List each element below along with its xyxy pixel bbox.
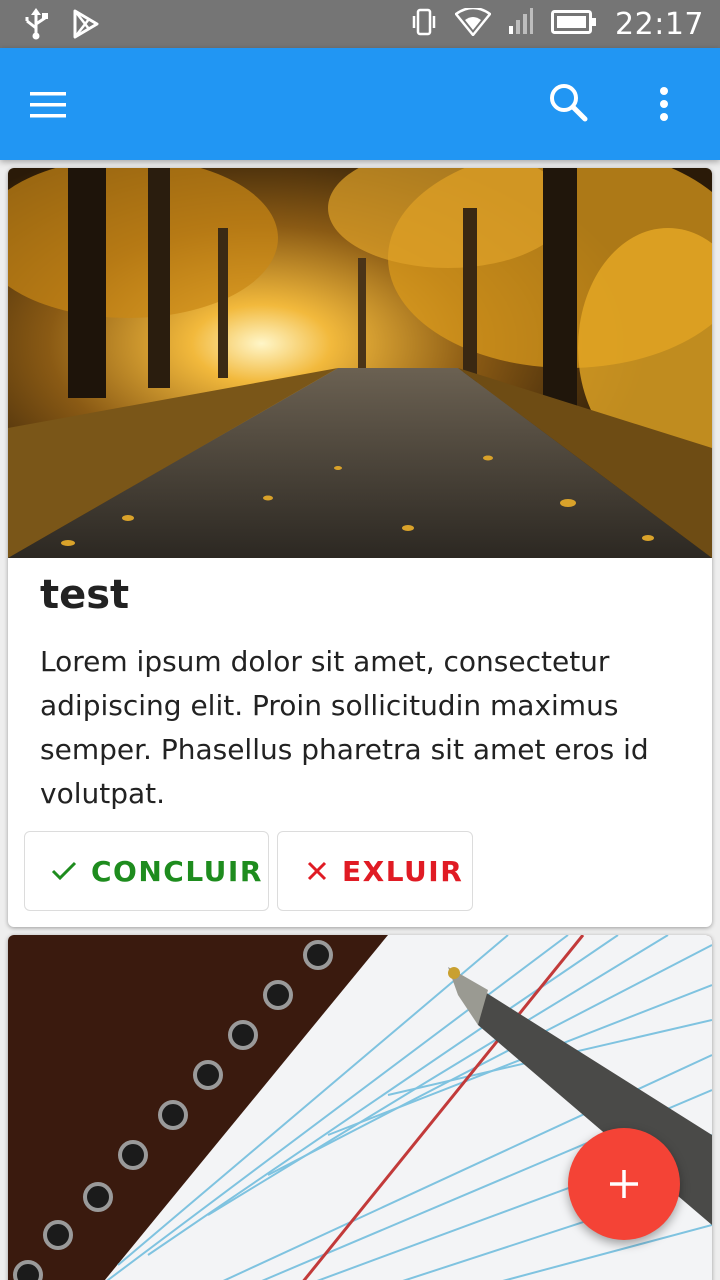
more-vert-icon	[660, 87, 668, 121]
delete-button-label: EXLUIR	[342, 854, 464, 888]
card-title: test	[40, 572, 130, 618]
vibrate-icon	[411, 8, 437, 41]
app-bar	[0, 48, 720, 160]
status-bar-time: 22:17	[615, 6, 704, 42]
add-task-button[interactable]	[568, 1128, 680, 1240]
status-bar: 22:17	[0, 0, 720, 48]
wifi-icon	[454, 6, 492, 41]
battery-icon	[551, 9, 597, 39]
menu-button[interactable]	[26, 84, 86, 124]
status-bar-notifications	[22, 8, 100, 45]
more-options-button[interactable]	[648, 78, 680, 128]
autumn-road-image	[8, 168, 712, 558]
task-card: test Lorem ipsum dolor sit amet, consect…	[8, 168, 712, 927]
check-icon	[51, 860, 77, 882]
play-store-icon	[72, 9, 100, 44]
delete-button[interactable]: EXLUIR	[277, 831, 473, 911]
close-icon	[306, 860, 328, 882]
search-button[interactable]	[544, 78, 594, 128]
complete-button[interactable]: CONCLUIR	[24, 831, 269, 911]
status-bar-system: 22:17	[411, 6, 704, 42]
signal-icon	[509, 7, 534, 41]
plus-icon	[610, 1170, 638, 1198]
complete-button-label: CONCLUIR	[91, 854, 263, 888]
search-icon	[550, 84, 588, 122]
usb-icon	[22, 8, 50, 45]
menu-icon	[30, 92, 66, 118]
card-description: Lorem ipsum dolor sit amet, consectetur …	[40, 645, 649, 810]
